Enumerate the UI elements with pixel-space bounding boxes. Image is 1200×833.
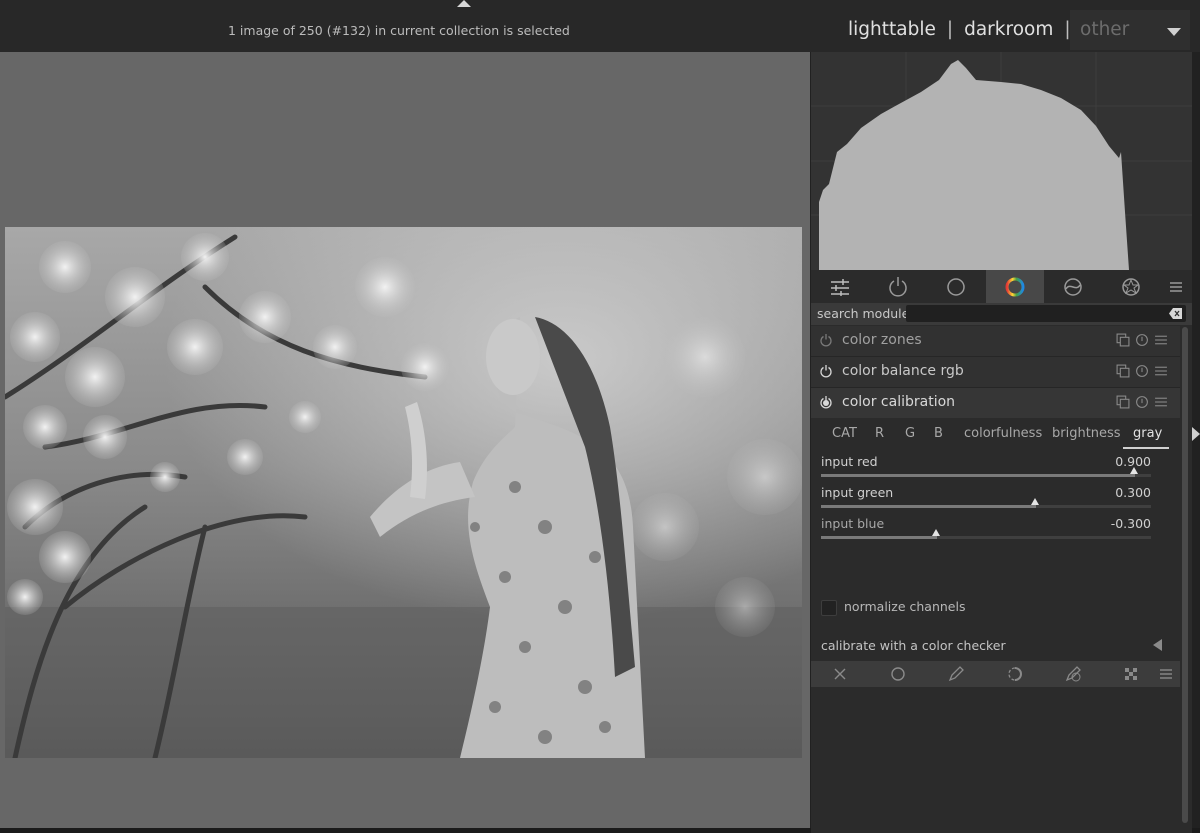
circle-icon [947,277,965,296]
slider-thumb-icon[interactable] [1031,498,1039,505]
color-calibration-panel: CAT R G B colorfulness brightness gray i… [811,418,1180,661]
view-separator: | [946,19,954,40]
top-bar: 1 image of 250 (#132) in current collect… [0,0,1200,52]
other-views-label: other [1080,19,1130,40]
slider-track[interactable] [821,467,1151,477]
reset-icon[interactable] [1135,395,1149,409]
multi-instance-icon[interactable] [1116,395,1130,409]
view-switcher: lighttable | darkroom | [848,19,1082,40]
calibration-tabs: CAT R G B colorfulness brightness gray [811,426,1180,449]
module-name: color balance rgb [842,363,964,379]
power-icon[interactable] [819,364,833,378]
panel-scrollbar[interactable] [1182,327,1188,823]
collapse-panel-icon[interactable] [1192,427,1200,441]
mask-presets-button[interactable] [1151,661,1180,687]
tab-r[interactable]: R [875,426,884,441]
slider-thumb-icon[interactable] [1130,467,1138,474]
tab-cat[interactable]: CAT [832,426,857,441]
tab-quick-access[interactable] [811,270,869,303]
presets-icon[interactable] [1154,333,1168,347]
module-color-balance-rgb[interactable]: color balance rgb [811,357,1180,388]
power-icon[interactable] [819,333,833,347]
slider-label: input red [821,454,878,469]
calibrate-color-checker[interactable]: calibrate with a color checker [821,636,1166,656]
tab-gray[interactable]: gray [1133,426,1162,441]
tab-b[interactable]: B [934,426,943,441]
gradient-icon [1065,666,1081,682]
power-icon [889,276,907,297]
drawn-mask-button[interactable] [927,661,985,687]
sliders-icon [831,278,849,296]
brush-icon [1008,667,1022,681]
slider-label: input blue [821,516,885,531]
slider-fill [821,474,1135,477]
tab-colorfulness[interactable]: colorfulness [964,426,1042,441]
close-icon [834,668,846,680]
slider-track[interactable] [821,529,1151,539]
pencil-icon [948,666,964,682]
slider-track[interactable] [821,498,1151,508]
tab-correct-modules[interactable] [1044,270,1102,303]
tab-color-modules[interactable] [986,270,1044,303]
other-views-dropdown[interactable]: other [1070,10,1190,50]
slider-fill [821,536,937,539]
right-panel: search module color zones color balance … [811,52,1192,833]
expand-left-icon[interactable] [1153,639,1162,651]
checker-icon [1125,668,1137,680]
tab-active-modules[interactable] [869,270,927,303]
chevron-down-icon [1167,28,1181,36]
uniform-mask-button[interactable] [869,661,927,687]
normalize-channels-label: normalize channels [844,599,966,614]
clear-icon[interactable] [1169,307,1183,320]
multi-instance-icon[interactable] [1116,333,1130,347]
presets-icon[interactable] [1154,364,1168,378]
search-input[interactable] [906,305,1186,322]
menu-icon [1170,281,1182,292]
color-checker-label: calibrate with a color checker [821,638,1006,653]
mask-toolbar [811,661,1180,687]
power-icon[interactable] [819,395,833,409]
presets-icon[interactable] [1154,395,1168,409]
slider-input-green[interactable]: input green 0.300 [821,485,1151,513]
collection-status: 1 image of 250 (#132) in current collect… [228,23,570,38]
search-label: search module [817,306,910,321]
module-name: color calibration [842,394,956,410]
slider-label: input green [821,485,894,500]
triangle-up-icon[interactable] [457,0,471,7]
tab-g[interactable]: G [905,426,915,441]
module-color-zones[interactable]: color zones [811,326,1180,357]
tab-base-modules[interactable] [927,270,985,303]
slider-input-blue[interactable]: input blue -0.300 [821,516,1151,544]
normalize-channels-checkbox[interactable] [821,600,837,616]
edited-photo [5,227,802,758]
multi-instance-icon[interactable] [1116,364,1130,378]
tab-brightness[interactable]: brightness [1052,426,1121,441]
color-wheel-icon [1005,277,1025,296]
slider-input-red[interactable]: input red 0.900 [821,454,1151,482]
parametric-mask-button[interactable] [986,661,1044,687]
image-canvas[interactable] [0,52,810,828]
slider-fill [821,505,1036,508]
tab-effect-modules[interactable] [1102,270,1160,303]
reset-icon[interactable] [1135,333,1149,347]
module-search: search module [811,303,1192,325]
circle-icon [891,667,905,681]
drawn-parametric-mask-button[interactable] [1044,661,1102,687]
reset-icon[interactable] [1135,364,1149,378]
active-tab-indicator [1123,447,1169,449]
menu-icon [1159,669,1172,679]
module-name: color zones [842,332,922,348]
correct-icon [1064,277,1082,296]
view-darkroom[interactable]: darkroom [964,19,1053,40]
histogram[interactable] [811,52,1192,270]
slider-value: 0.300 [1115,485,1151,500]
mask-off-button[interactable] [811,661,869,687]
effect-icon [1122,277,1140,296]
tab-presets-menu[interactable] [1160,270,1192,303]
slider-value: -0.300 [1110,516,1151,531]
view-lighttable[interactable]: lighttable [848,19,936,40]
module-groups-tabs [811,270,1192,303]
module-color-calibration[interactable]: color calibration [811,388,1180,419]
slider-thumb-icon[interactable] [932,529,940,536]
